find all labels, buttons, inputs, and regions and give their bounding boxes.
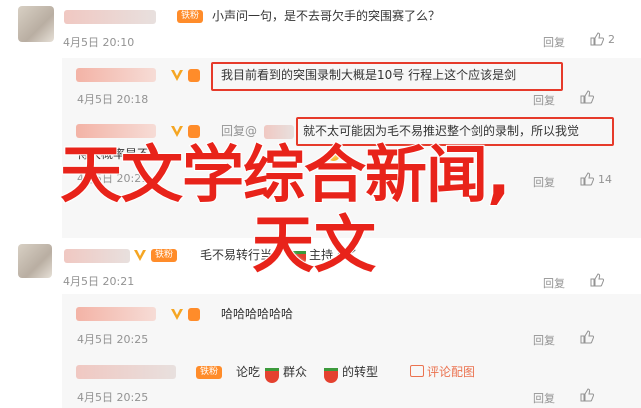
reply-button[interactable]: 回复 bbox=[533, 332, 555, 348]
overlay-title-line1: 天文学综合新闻, bbox=[59, 138, 512, 211]
reply-button[interactable]: 回复 bbox=[533, 390, 555, 406]
comment-text: 哈哈哈哈哈哈 bbox=[221, 307, 294, 321]
comment-image-icon bbox=[410, 365, 424, 377]
fan-badge-icon bbox=[188, 125, 200, 138]
reply-target-username[interactable] bbox=[264, 125, 294, 139]
comment-text-b: 群众 bbox=[283, 365, 308, 379]
like-button[interactable] bbox=[590, 273, 608, 287]
like-button[interactable] bbox=[580, 90, 598, 104]
comment-1: 铁粉 小声问一句，是不去哥欠手的突围赛了么？ 4月5日 20:10 回复 2 bbox=[0, 0, 641, 60]
timestamp: 4月5日 20:25 bbox=[77, 391, 149, 404]
username[interactable] bbox=[76, 68, 156, 82]
like-button[interactable] bbox=[580, 330, 598, 344]
comment-image-label: 评论配图 bbox=[427, 365, 476, 379]
comment-6: 铁粉 论吃 群众 的转型 评论配图 4月5日 20:25 回复 bbox=[0, 358, 641, 408]
comment-text: 小声问一句，是不去哥欠手的突围赛了么？ bbox=[212, 9, 441, 23]
fan-badge: 铁粉 bbox=[151, 249, 178, 262]
timestamp: 4月5日 20:10 bbox=[63, 36, 135, 49]
vip-v-icon bbox=[171, 126, 183, 137]
like-button[interactable]: 2 bbox=[590, 32, 615, 46]
vip-v-icon bbox=[171, 309, 183, 320]
reply-button[interactable]: 回复 bbox=[543, 34, 565, 50]
overlay-title-line2: 天文 bbox=[251, 208, 377, 281]
watermelon-emoji-icon bbox=[265, 368, 279, 383]
thumb-up-icon bbox=[580, 90, 594, 104]
highlight-box-1 bbox=[211, 62, 563, 91]
fan-badge: 铁粉 bbox=[177, 10, 204, 23]
timestamp: 4月5日 20:18 bbox=[77, 93, 149, 106]
avatar[interactable] bbox=[18, 244, 52, 278]
username[interactable] bbox=[64, 10, 156, 24]
comment-text-a: 论吃 bbox=[236, 365, 261, 379]
timestamp: 4月5日 20:21 bbox=[63, 275, 135, 288]
reply-prefix[interactable]: 回复@ bbox=[221, 123, 257, 139]
username[interactable] bbox=[64, 249, 130, 263]
like-button[interactable] bbox=[580, 388, 598, 402]
reply-button[interactable]: 回复 bbox=[543, 275, 565, 291]
like-count: 2 bbox=[608, 33, 615, 46]
reply-button[interactable]: 回复 bbox=[533, 174, 555, 190]
thumb-up-icon bbox=[580, 330, 594, 344]
reply-button[interactable]: 回复 bbox=[533, 92, 555, 108]
watermelon-emoji-icon bbox=[324, 368, 338, 383]
thumb-up-icon bbox=[580, 388, 594, 402]
fan-badge-icon bbox=[188, 69, 200, 82]
username[interactable] bbox=[76, 307, 156, 321]
vip-v-icon bbox=[134, 250, 146, 261]
timestamp: 4月5日 20:25 bbox=[77, 333, 149, 346]
comment-5: 哈哈哈哈哈哈 4月5日 20:25 回复 bbox=[0, 300, 641, 350]
fan-badge-icon bbox=[188, 308, 200, 321]
fan-badge: 铁粉 bbox=[196, 366, 223, 379]
comment-image-link[interactable]: 评论配图 bbox=[410, 364, 475, 380]
thumb-up-icon bbox=[590, 273, 604, 287]
comment-text-c: 的转型 bbox=[342, 365, 379, 379]
username[interactable] bbox=[76, 365, 176, 379]
like-count: 14 bbox=[598, 173, 612, 186]
username[interactable] bbox=[76, 124, 156, 138]
avatar[interactable] bbox=[18, 6, 54, 42]
vip-v-icon bbox=[171, 70, 183, 81]
thumb-up-icon bbox=[590, 32, 604, 46]
thumb-up-icon bbox=[580, 172, 594, 186]
like-button[interactable]: 14 bbox=[580, 172, 612, 186]
